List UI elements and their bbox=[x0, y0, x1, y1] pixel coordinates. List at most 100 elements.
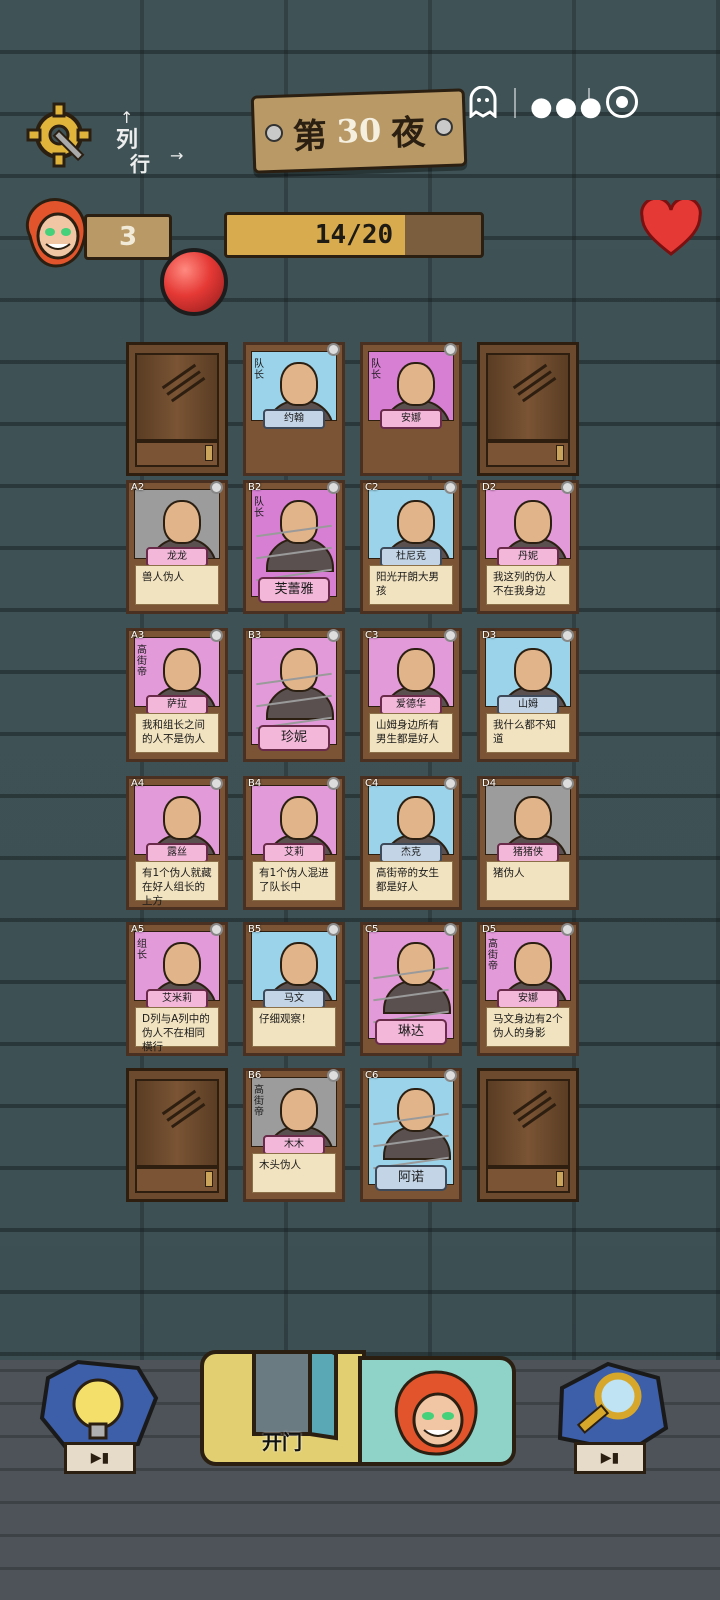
character-card[interactable]: B5 马文 仔细观察！ bbox=[243, 922, 345, 1056]
mark-toggle-icon[interactable] bbox=[444, 1069, 457, 1082]
mark-toggle-icon[interactable] bbox=[327, 1069, 340, 1082]
door-panel bbox=[135, 353, 219, 441]
character-name: 琳达 bbox=[375, 1019, 447, 1045]
door-knob bbox=[556, 1171, 564, 1187]
character-name: 安娜 bbox=[380, 409, 442, 429]
character-card[interactable]: A5 组长 艾米莉 D列与A列中的伪人不在相同横行 bbox=[126, 922, 228, 1056]
character-card[interactable]: D3 山姆 我什么都不知道 bbox=[477, 628, 579, 762]
row-label: 行 bbox=[130, 152, 150, 176]
character-card[interactable]: B4 艾莉 有1个伪人混进了队长中 bbox=[243, 776, 345, 910]
character-card[interactable]: 队长 安娜 bbox=[360, 342, 462, 476]
character-name: 芙蕾雅 bbox=[258, 577, 330, 603]
character-name: 约翰 bbox=[263, 409, 325, 429]
character-card[interactable]: B6 高街帝 木木 木头伪人 bbox=[243, 1068, 345, 1202]
ghost-icon[interactable] bbox=[468, 85, 498, 120]
portrait-head bbox=[280, 362, 318, 406]
character-card[interactable]: A4 露丝 有1个伪人就藏在好人组长的上方 bbox=[126, 776, 228, 910]
mark-toggle-icon[interactable] bbox=[327, 923, 340, 936]
character-role: 高街帝 bbox=[137, 645, 147, 678]
locked-door[interactable] bbox=[477, 1068, 579, 1202]
character-card[interactable]: D5 高街帝 安娜 马文身边有2个伪人的身影 bbox=[477, 922, 579, 1056]
heart-icon[interactable] bbox=[640, 196, 702, 256]
mark-toggle-icon[interactable] bbox=[444, 923, 457, 936]
mark-toggle-icon[interactable] bbox=[210, 777, 223, 790]
portrait-head bbox=[163, 942, 201, 986]
locked-door[interactable] bbox=[477, 342, 579, 476]
character-card[interactable]: 队长 约翰 bbox=[243, 342, 345, 476]
grid-position-label: D2 bbox=[482, 482, 497, 493]
grid-position-label: A5 bbox=[131, 924, 145, 935]
portrait-head bbox=[280, 648, 318, 692]
door-knob bbox=[205, 1171, 213, 1187]
mark-toggle-icon[interactable] bbox=[561, 629, 574, 642]
mark-toggle-icon[interactable] bbox=[210, 923, 223, 936]
close-miniprogram-icon[interactable] bbox=[606, 86, 638, 118]
portrait-head bbox=[397, 796, 435, 840]
mark-toggle-icon[interactable] bbox=[444, 629, 457, 642]
settings-gear-icon[interactable] bbox=[26, 102, 92, 168]
mark-toggle-icon[interactable] bbox=[327, 481, 340, 494]
character-name: 杰克 bbox=[380, 843, 442, 863]
grid-position-label: C3 bbox=[365, 630, 379, 641]
character-card[interactable]: A2 龙龙 兽人伪人 bbox=[126, 480, 228, 614]
divider bbox=[514, 88, 516, 118]
grid-position-label: A4 bbox=[131, 778, 145, 789]
grid-position-label: D5 bbox=[482, 924, 497, 935]
progress-bar: 14/20 bbox=[224, 212, 484, 258]
portrait-head bbox=[280, 500, 318, 544]
night-prefix: 第 bbox=[292, 115, 328, 157]
character-clue: 我和组长之间的人不是伪人 bbox=[135, 713, 219, 753]
door-knob bbox=[205, 445, 213, 461]
hint-button[interactable]: ▶▮ bbox=[38, 1358, 160, 1474]
character-card[interactable]: C2 杜尼克 阳光开朗大男孩 bbox=[360, 480, 462, 614]
magnifier-button[interactable]: ▶▮ bbox=[548, 1358, 670, 1474]
character-clue: 猪伪人 bbox=[486, 861, 570, 901]
progress-text: 14/20 bbox=[314, 220, 394, 250]
mark-toggle-icon[interactable] bbox=[444, 481, 457, 494]
character-clue: D列与A列中的伪人不在相同横行 bbox=[135, 1007, 219, 1053]
grid-position-label: B6 bbox=[248, 1070, 262, 1081]
mark-toggle-icon[interactable] bbox=[561, 923, 574, 936]
mark-toggle-icon[interactable] bbox=[444, 777, 457, 790]
door-knob bbox=[556, 445, 564, 461]
mark-toggle-icon[interactable] bbox=[327, 629, 340, 642]
character-name: 露丝 bbox=[146, 843, 208, 863]
character-card[interactable]: A3 高街帝 萨拉 我和组长之间的人不是伪人 bbox=[126, 628, 228, 762]
character-name: 马文 bbox=[263, 989, 325, 1009]
mark-toggle-icon[interactable] bbox=[327, 777, 340, 790]
mark-toggle-icon[interactable] bbox=[210, 629, 223, 642]
character-card[interactable]: B2 队长 芙蕾雅 bbox=[243, 480, 345, 614]
character-card[interactable]: C4 杰克 高街帝的女生都是好人 bbox=[360, 776, 462, 910]
mark-toggle-icon[interactable] bbox=[210, 481, 223, 494]
mark-toggle-icon[interactable] bbox=[327, 343, 340, 356]
mark-toggle-icon[interactable] bbox=[561, 777, 574, 790]
open-door-button[interactable]: 开门 bbox=[200, 1350, 366, 1466]
more-menu-icon[interactable]: ●●● bbox=[530, 92, 604, 122]
portrait-head bbox=[163, 796, 201, 840]
character-card[interactable]: C6 阿诺 bbox=[360, 1068, 462, 1202]
nail-icon bbox=[434, 117, 454, 137]
grid-position-label: D3 bbox=[482, 630, 497, 641]
row-column-toggle[interactable]: ↑ 列 行 → bbox=[110, 108, 190, 176]
character-name: 猪猪侠 bbox=[497, 843, 559, 863]
character-card[interactable]: D2 丹妮 我这列的伪人不在我身边 bbox=[477, 480, 579, 614]
mark-toggle-icon[interactable] bbox=[444, 343, 457, 356]
character-clue: 马文身边有2个伪人的身影 bbox=[486, 1007, 570, 1047]
grid-position-label: C2 bbox=[365, 482, 379, 493]
character-clue: 仔细观察！ bbox=[252, 1007, 336, 1047]
locked-door[interactable] bbox=[126, 1068, 228, 1202]
mark-toggle-icon[interactable] bbox=[561, 481, 574, 494]
character-name: 木木 bbox=[263, 1135, 325, 1155]
locked-door[interactable] bbox=[126, 342, 228, 476]
portrait-head bbox=[397, 500, 435, 544]
character-clue: 我什么都不知道 bbox=[486, 713, 570, 753]
switch-character-button[interactable] bbox=[358, 1356, 516, 1466]
portrait-head bbox=[397, 942, 435, 986]
character-role: 队长 bbox=[254, 497, 264, 519]
character-card[interactable]: C5 琳达 bbox=[360, 922, 462, 1056]
grid-position-label: B3 bbox=[248, 630, 262, 641]
character-card[interactable]: D4 猪猪侠 猪伪人 bbox=[477, 776, 579, 910]
character-card[interactable]: B3 珍妮 bbox=[243, 628, 345, 762]
character-card[interactable]: C3 爱德华 山姆身边所有男生都是好人 bbox=[360, 628, 462, 762]
red-alarm-button[interactable] bbox=[160, 248, 228, 316]
